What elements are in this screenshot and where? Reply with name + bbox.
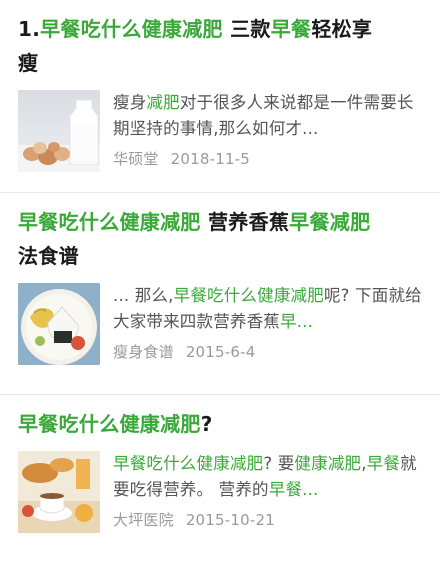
result-card[interactable]: 早餐吃什么健康减肥? 早餐吃什么健康减肥? 要健康减肥,早餐就要吃得营养。 营养… xyxy=(0,394,440,561)
result-text: 瘦身减肥对于很多人来说都是一件需要长期坚持的事情,那么如何才... 华硕堂 201… xyxy=(113,90,422,169)
text-run: ... 那么, xyxy=(113,286,174,305)
result-snippet: ... 那么,早餐吃什么健康减肥呢? 下面就给大家带来四款营养香蕉早... xyxy=(113,283,422,335)
result-snippet: 早餐吃什么健康减肥? 要健康减肥,早餐就要吃得营养。 营养的早餐... xyxy=(113,451,422,503)
result-meta: 大坪医院 2015-10-21 xyxy=(113,509,422,530)
highlighted-keyword: 早餐吃什么健康减肥 xyxy=(113,454,264,473)
result-date: 2015-10-21 xyxy=(185,511,275,529)
rice-ball-plate-photo-icon xyxy=(18,283,100,365)
result-title[interactable]: 早餐吃什么健康减肥 营养香蕉早餐减肥法食谱 xyxy=(18,193,422,273)
result-date: 2018-11-5 xyxy=(170,150,251,168)
text-run: 轻松享 xyxy=(311,17,373,41)
result-date: 2015-6-4 xyxy=(185,343,256,361)
result-card[interactable]: 1.早餐吃什么健康减肥 三款早餐轻松享瘦 瘦身减肥对于很多人来说都是一件需要长期… xyxy=(0,0,440,192)
result-body: ... 那么,早餐吃什么健康减肥呢? 下面就给大家带来四款营养香蕉早... 瘦身… xyxy=(18,283,422,365)
highlighted-keyword: 早... xyxy=(280,312,314,331)
result-card[interactable]: 早餐吃什么健康减肥 营养香蕉早餐减肥法食谱 ... 那么,早餐吃什么健康减肥呢?… xyxy=(0,192,440,394)
highlighted-keyword: 健康减肥 xyxy=(294,454,362,473)
result-body: 早餐吃什么健康减肥? 要健康减肥,早餐就要吃得营养。 营养的早餐... 大坪医院… xyxy=(18,451,422,533)
result-source: 大坪医院 xyxy=(113,511,174,529)
text-run: 瘦 xyxy=(18,51,39,75)
result-title[interactable]: 1.早餐吃什么健康减肥 三款早餐轻松享瘦 xyxy=(18,0,422,80)
result-source: 瘦身食谱 xyxy=(113,343,174,361)
highlighted-keyword: 早餐吃什么健康减肥 xyxy=(40,17,223,41)
highlighted-keyword: 早餐吃什么健康减肥 xyxy=(18,210,201,234)
rice-ball-plate-thumbnail[interactable] xyxy=(18,283,100,365)
text-run: ? 要 xyxy=(263,454,295,473)
result-source: 华硕堂 xyxy=(113,150,159,168)
result-meta: 华硕堂 2018-11-5 xyxy=(113,148,422,169)
breakfast-table-thumbnail[interactable] xyxy=(18,451,100,533)
result-title[interactable]: 早餐吃什么健康减肥? xyxy=(18,395,422,441)
highlighted-keyword: 早餐吃什么健康减肥 xyxy=(18,412,201,436)
highlighted-keyword: 早餐吃什么健康减肥 xyxy=(173,286,324,305)
result-body: 瘦身减肥对于很多人来说都是一件需要长期坚持的事情,那么如何才... 华硕堂 201… xyxy=(18,90,422,172)
result-text: ... 那么,早餐吃什么健康减肥呢? 下面就给大家带来四款营养香蕉早... 瘦身… xyxy=(113,283,422,362)
eggs-and-milk-photo-icon xyxy=(18,90,100,172)
highlighted-keyword: 早餐 xyxy=(270,17,312,41)
highlighted-keyword: 早餐... xyxy=(268,480,319,499)
text-run: ? xyxy=(200,412,213,436)
text-run: 1. xyxy=(18,17,41,41)
eggs-and-milk-thumbnail[interactable] xyxy=(18,90,100,172)
text-run: 法食谱 xyxy=(18,244,79,268)
breakfast-table-photo-icon xyxy=(18,451,100,533)
result-text: 早餐吃什么健康减肥? 要健康减肥,早餐就要吃得营养。 营养的早餐... 大坪医院… xyxy=(113,451,422,530)
highlighted-keyword: 减肥 xyxy=(146,93,180,112)
search-results-list: 1.早餐吃什么健康减肥 三款早餐轻松享瘦 瘦身减肥对于很多人来说都是一件需要长期… xyxy=(0,0,440,561)
result-snippet: 瘦身减肥对于很多人来说都是一件需要长期坚持的事情,那么如何才... xyxy=(113,90,422,142)
highlighted-keyword: 早餐 xyxy=(366,454,401,473)
text-run: 营养香蕉 xyxy=(200,210,290,234)
result-meta: 瘦身食谱 2015-6-4 xyxy=(113,341,422,362)
text-run: 三款 xyxy=(222,17,271,41)
highlighted-keyword: 早餐减肥 xyxy=(289,210,371,234)
text-run: 瘦身 xyxy=(113,93,147,112)
